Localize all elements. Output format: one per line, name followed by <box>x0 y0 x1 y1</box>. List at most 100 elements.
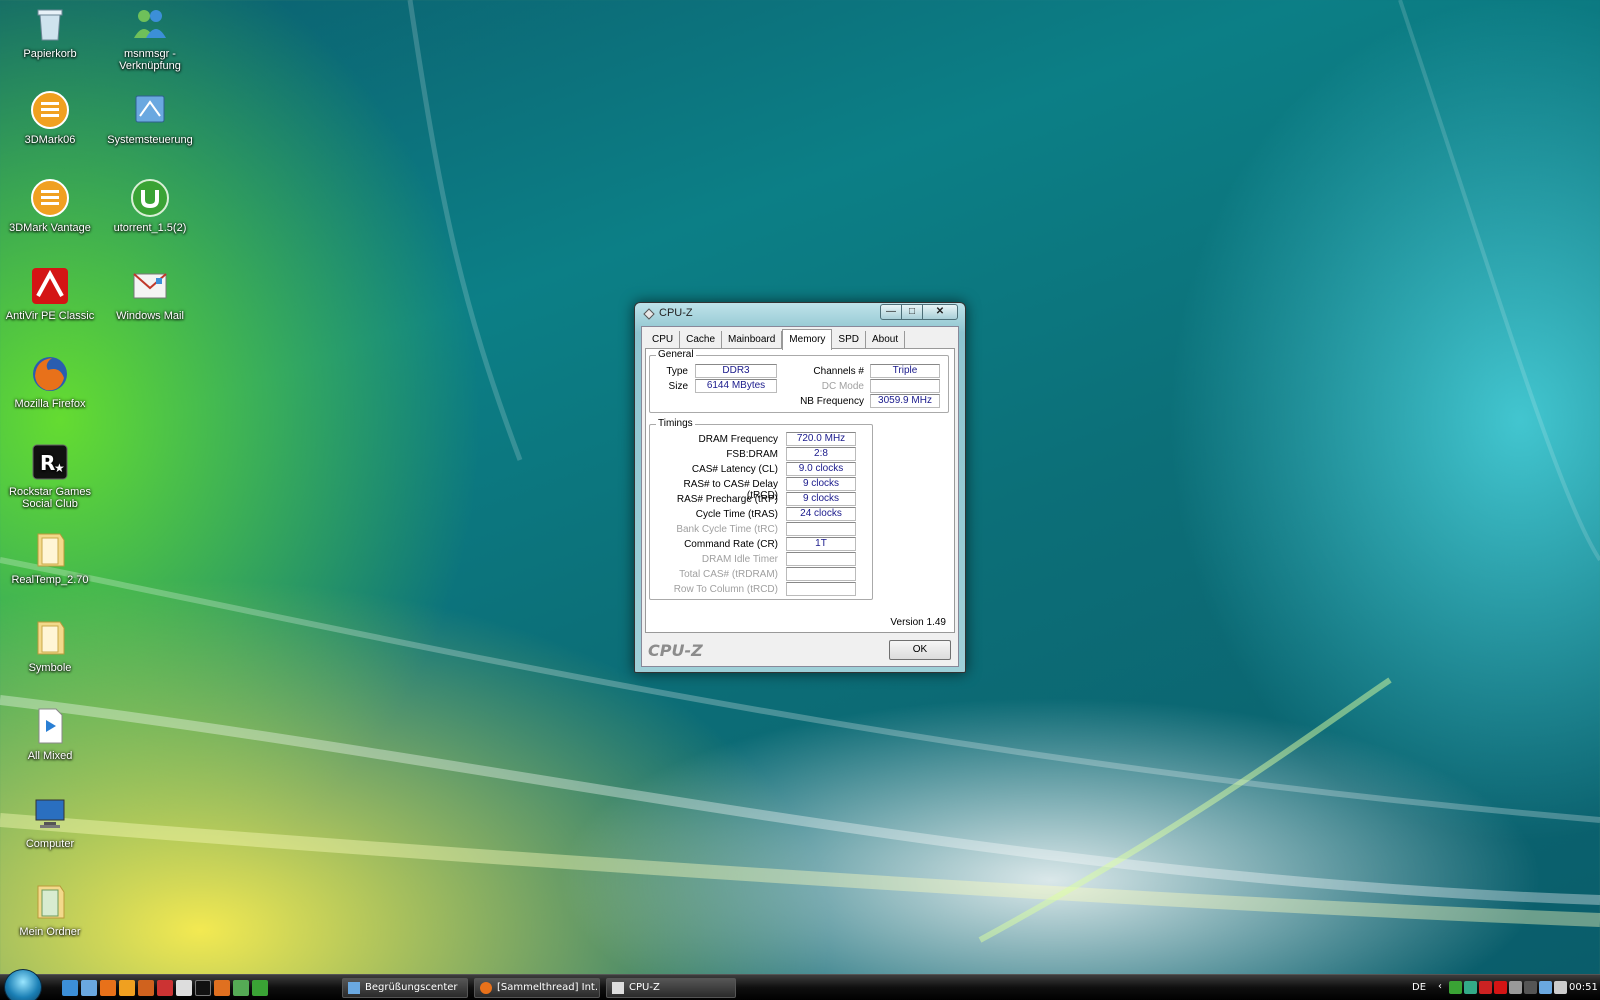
firefox-icon[interactable] <box>100 980 116 996</box>
timing-value: 24 clocks <box>786 507 856 521</box>
network-icon[interactable] <box>1449 981 1462 994</box>
desktop-icon-windows-mail[interactable]: Windows Mail <box>104 266 196 322</box>
3dmark-icon <box>30 178 70 218</box>
timing-value <box>786 552 856 566</box>
timing-label: FSB:DRAM <box>726 449 778 460</box>
task-label: [Sammelthread] Int... <box>497 982 600 993</box>
desktop-icon-computer[interactable]: Computer <box>4 794 96 850</box>
window-client: CPU Cache Mainboard Memory SPD About Gen… <box>641 326 959 667</box>
timing-value: 1T <box>786 537 856 551</box>
show-desktop-icon[interactable] <box>62 980 78 996</box>
general-group: General Type DDR3 Size 6144 MBytes Chann… <box>649 349 949 413</box>
close-button[interactable]: ✕ <box>922 304 958 320</box>
minimize-button[interactable]: — <box>880 304 902 320</box>
desktop-icon-rockstar[interactable]: R ★ Rockstar Games Social Club <box>4 442 96 510</box>
desktop-icon-utorrent[interactable]: utorrent_1.5(2) <box>104 178 196 234</box>
switch-windows-icon[interactable] <box>81 980 97 996</box>
tab-cpu[interactable]: CPU <box>646 331 681 349</box>
timing-value: 9 clocks <box>786 477 856 491</box>
timing-label: DRAM Idle Timer <box>701 554 778 565</box>
language-indicator[interactable]: DE <box>1412 982 1426 993</box>
rockstar-icon: R ★ <box>30 442 70 482</box>
type-value: DDR3 <box>695 364 777 378</box>
timing-value: 9.0 clocks <box>786 462 856 476</box>
timing-value <box>786 522 856 536</box>
media-file-icon <box>30 706 70 746</box>
timing-value: 2:8 <box>786 447 856 461</box>
tab-memory[interactable]: Memory <box>782 329 833 350</box>
tab-about[interactable]: About <box>865 331 906 349</box>
memory-tab-panel: General Type DDR3 Size 6144 MBytes Chann… <box>645 348 955 633</box>
taskbar-button-cpuz[interactable]: CPU-Z <box>606 978 736 998</box>
chevron-left-icon[interactable]: ‹ <box>1438 981 1442 992</box>
desktop-icon-3dmark06[interactable]: 3DMark06 <box>4 90 96 146</box>
type-label: Type <box>666 366 688 377</box>
firefox-icon <box>480 982 492 994</box>
app-icon[interactable] <box>214 980 230 996</box>
welcome-center-icon <box>348 982 360 994</box>
tab-mainboard[interactable]: Mainboard <box>722 331 783 349</box>
dcmode-value <box>870 379 940 393</box>
desktop-icon-realtemp[interactable]: RealTemp_2.70 <box>4 530 96 586</box>
task-label: CPU-Z <box>629 982 660 993</box>
network-status-icon[interactable] <box>1539 981 1552 994</box>
utorrent-icon <box>130 178 170 218</box>
cpuz-icon <box>612 982 624 994</box>
desktop-icon-mein-ordner[interactable]: Mein Ordner <box>4 882 96 938</box>
app-tray-icon[interactable] <box>1464 981 1477 994</box>
app-icon[interactable] <box>138 980 154 996</box>
cpuz-icon[interactable] <box>176 980 192 996</box>
desktop-icon-symbole[interactable]: Symbole <box>4 618 96 674</box>
desktop-icon-firefox[interactable]: Mozilla Firefox <box>4 354 96 410</box>
task-label: Begrüßungscenter <box>365 982 458 993</box>
desktop-icon-label: Systemsteuerung <box>107 134 193 146</box>
taskbar: Begrüßungscenter [Sammelthread] Int... C… <box>0 969 1600 1000</box>
tray-icons <box>1449 981 1567 994</box>
desktop-icon-label: Symbole <box>28 662 72 674</box>
window-titlebar[interactable]: CPU-Z — □ ✕ <box>635 303 965 325</box>
timings-group: Timings DRAM Frequency 720.0 MHz FSB:DRA… <box>649 418 873 600</box>
tab-spd[interactable]: SPD <box>832 331 866 349</box>
desktop-icon-msn[interactable]: msnmsgr - Verknüpfung <box>104 4 196 72</box>
desktop-icon-3dmark-vantage[interactable]: 3DMark Vantage <box>4 178 96 234</box>
desktop-icon-label: 3DMark Vantage <box>9 222 91 234</box>
desktop-icon-control-panel[interactable]: Systemsteuerung <box>104 90 196 146</box>
firefox-icon <box>30 354 70 394</box>
app-tray-icon[interactable] <box>1524 981 1537 994</box>
desktop-icon-antivir[interactable]: AntiVir PE Classic <box>4 266 96 322</box>
tab-cache[interactable]: Cache <box>680 331 723 349</box>
volume-icon[interactable] <box>1554 981 1567 994</box>
media-icon[interactable] <box>119 980 135 996</box>
app-tray-icon[interactable] <box>1509 981 1522 994</box>
timing-label: RAS# Precharge (tRP) <box>676 494 778 505</box>
cpuz-window[interactable]: CPU-Z — □ ✕ CPU Cache Mainboard Memory S… <box>634 302 966 673</box>
desktop-icon-label: msnmsgr - Verknüpfung <box>119 48 181 72</box>
computer-icon <box>30 794 70 834</box>
clock[interactable]: 00:51 <box>1569 982 1598 993</box>
maximize-button[interactable]: □ <box>901 304 923 320</box>
3dmark-icon <box>30 90 70 130</box>
antivir-icon[interactable] <box>1494 981 1507 994</box>
nbfreq-value: 3059.9 MHz <box>870 394 940 408</box>
desktop-icon-all-mixed[interactable]: All Mixed <box>4 706 96 762</box>
ati-icon[interactable] <box>1479 981 1492 994</box>
taskbar-button-firefox[interactable]: [Sammelthread] Int... <box>474 978 600 998</box>
app-icon[interactable] <box>195 980 211 996</box>
utorrent-icon[interactable] <box>252 980 268 996</box>
app-icon[interactable] <box>233 980 249 996</box>
dcmode-label: DC Mode <box>821 381 864 392</box>
desktop-icon-recycle-bin[interactable]: Papierkorb <box>4 4 96 60</box>
general-group-title: General <box>656 349 696 360</box>
timing-value: 9 clocks <box>786 492 856 506</box>
timing-label: Cycle Time (tRAS) <box>695 509 778 520</box>
start-button[interactable] <box>4 969 42 1000</box>
window-title: CPU-Z <box>659 307 693 319</box>
timing-label: Command Rate (CR) <box>684 539 778 550</box>
taskbar-button-welcome-center[interactable]: Begrüßungscenter <box>342 978 468 998</box>
mail-icon <box>130 266 170 306</box>
timing-label: Row To Column (tRCD) <box>673 584 778 595</box>
desktop-icon-label: Papierkorb <box>23 48 77 60</box>
ok-button[interactable]: OK <box>889 640 951 660</box>
app-icon[interactable] <box>157 980 173 996</box>
timing-value <box>786 567 856 581</box>
